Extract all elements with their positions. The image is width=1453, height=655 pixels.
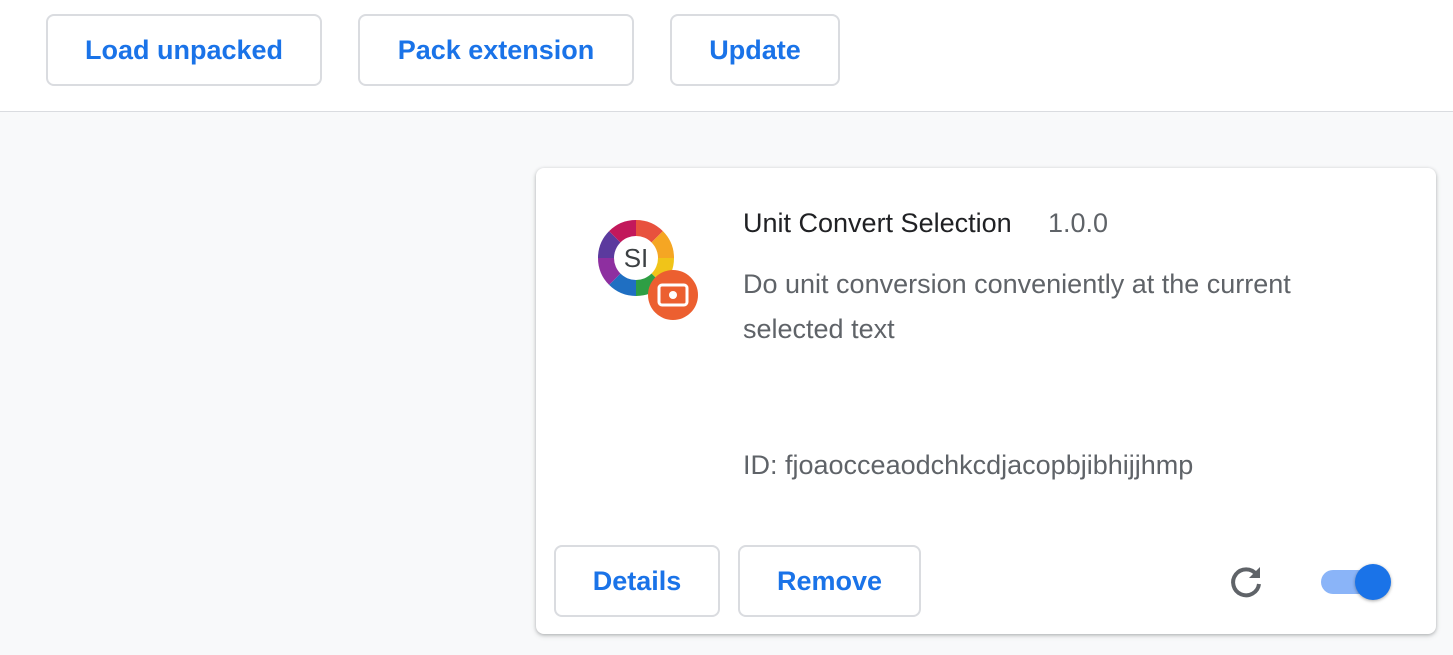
extension-version: 1.0.0 <box>1048 208 1109 238</box>
extension-card: SI Unit Convert Selection 1.0.0 Do unit … <box>536 168 1436 634</box>
developer-toolbar: Load unpacked Pack extension Update <box>0 0 1453 112</box>
details-button[interactable]: Details <box>554 545 720 617</box>
update-button[interactable]: Update <box>670 14 840 86</box>
extension-name: Unit Convert Selection <box>743 208 1012 238</box>
unpacked-extension-badge-icon <box>648 270 698 320</box>
remove-button[interactable]: Remove <box>738 545 921 617</box>
pack-extension-button[interactable]: Pack extension <box>358 14 634 86</box>
extension-description: Do unit conversion conveniently at the c… <box>743 269 1291 344</box>
extension-id: ID: fjoaocceaodchkcdjacopbjibhijjhmp <box>743 450 1194 480</box>
si-icon-label: SI <box>624 243 649 273</box>
reload-icon[interactable] <box>1226 562 1266 602</box>
enable-toggle[interactable] <box>1321 562 1393 602</box>
load-unpacked-button[interactable]: Load unpacked <box>46 14 322 86</box>
toggle-knob <box>1355 564 1391 600</box>
si-units-wheel-icon: SI <box>596 218 700 322</box>
